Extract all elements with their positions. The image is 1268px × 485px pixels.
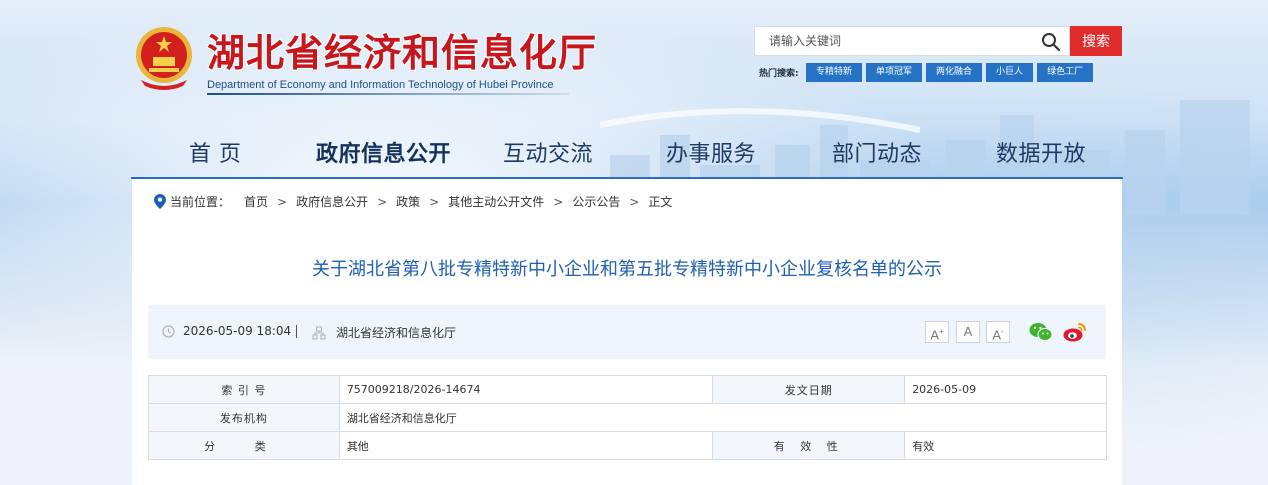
publish-datetime: 2026-05-09 18:04 [183, 324, 292, 338]
breadcrumb-label: 当前位置： [170, 195, 231, 209]
category-value: 其他 [338, 431, 714, 460]
hot-search-tags: 专精特新 单项冠军 两化融合 小巨人 绿色工厂 [806, 63, 1094, 82]
breadcrumb-item-policy[interactable]: 政策 [396, 193, 420, 210]
font-size-decrease-button[interactable]: A- [986, 321, 1010, 343]
breadcrumb-item-home[interactable]: 首页 [244, 193, 268, 210]
index-label: 索 引 号 [148, 375, 340, 404]
publish-source: 湖北省经济和信息化厅 [312, 324, 456, 341]
content-panel: 当前位置： 首页 > 政府信息公开 > 政策 > 其他主动公开文件 > 公示公告… [132, 179, 1122, 485]
breadcrumb-item-other-files[interactable]: 其他主动公开文件 [448, 193, 544, 210]
breadcrumb-item-gov-info[interactable]: 政府信息公开 [296, 193, 368, 210]
hot-tag-xiaojuren[interactable]: 小巨人 [986, 63, 1034, 82]
nav-item-home[interactable]: 首 页 [189, 136, 242, 168]
table-row: 分 类 其他 有 效 性 有效 [148, 431, 1107, 460]
weibo-icon[interactable] [1062, 319, 1088, 345]
search-input[interactable] [755, 27, 1035, 55]
search-box [754, 26, 1070, 56]
clock-icon [162, 324, 175, 338]
issuing-org-value: 湖北省经济和信息化厅 [338, 403, 1108, 432]
hot-search-label: 热门搜索: [759, 69, 799, 79]
breadcrumb-separator: > [377, 194, 388, 209]
site-title[interactable]: 湖北省经济和信息化厅 [207, 22, 597, 77]
subtitle-underline [207, 93, 569, 95]
nav-item-department-news[interactable]: 部门动态 [832, 136, 922, 168]
breadcrumb-item-announcements[interactable]: 公示公告 [572, 193, 620, 210]
validity-value: 有效 [904, 431, 1107, 460]
hot-tag-zhuanjingtexin[interactable]: 专精特新 [806, 63, 863, 82]
nav-item-gov-info-disclosure[interactable]: 政府信息公开 [316, 136, 451, 168]
issue-date-label: 发文日期 [712, 375, 906, 404]
site-subtitle: Department of Economy and Information Te… [207, 79, 554, 91]
hot-tag-lvsegongchang[interactable]: 绿色工厂 [1037, 63, 1094, 82]
publish-time: 2026-05-09 18:04 [162, 324, 291, 338]
breadcrumb: 当前位置： 首页 > 政府信息公开 > 政策 > 其他主动公开文件 > 公示公告… [154, 193, 672, 210]
hot-tag-danxiangguanjun[interactable]: 单项冠军 [866, 63, 923, 82]
index-value: 757009218/2026-14674 [338, 375, 714, 404]
validity-label: 有 效 性 [712, 431, 906, 460]
font-size-default-button[interactable]: A [956, 321, 980, 343]
table-row: 索 引 号 757009218/2026-14674 发文日期 2026-05-… [148, 375, 1107, 404]
location-pin-icon [154, 194, 166, 209]
publish-source-name: 湖北省经济和信息化厅 [336, 326, 457, 340]
breadcrumb-separator: > [429, 194, 440, 209]
breadcrumb-separator: > [629, 194, 640, 209]
issuing-org-label: 发布机构 [148, 403, 340, 432]
article-meta-bar: 2026-05-09 18:04 湖北省经济和信息化厅 A+ A A- [148, 305, 1106, 359]
meta-divider [296, 325, 297, 338]
breadcrumb-item-current: 正文 [648, 195, 673, 209]
search-button[interactable]: 搜索 [1070, 26, 1122, 56]
issue-date-value: 2026-05-09 [904, 375, 1107, 404]
article-title: 关于湖北省第八批专精特新中小企业和第五批专精特新中小企业复核名单的公示 [312, 259, 942, 280]
nav-item-open-data[interactable]: 数据开放 [996, 136, 1086, 168]
breadcrumb-separator: > [553, 194, 564, 209]
hot-tag-lianghuaronghe[interactable]: 两化融合 [926, 63, 983, 82]
search-icon[interactable] [1041, 32, 1061, 52]
nav-item-interaction[interactable]: 互动交流 [503, 136, 593, 168]
table-row: 发布机构 湖北省经济和信息化厅 [148, 403, 1108, 432]
font-size-increase-button[interactable]: A+ [925, 321, 949, 343]
wechat-icon[interactable] [1028, 319, 1054, 345]
organization-icon [312, 326, 326, 339]
category-label: 分 类 [148, 431, 340, 460]
breadcrumb-separator: > [277, 194, 288, 209]
main-nav: 首 页 政府信息公开 互动交流 办事服务 部门动态 数据开放 [131, 136, 1123, 176]
nav-item-services[interactable]: 办事服务 [666, 136, 756, 168]
national-emblem-logo [136, 27, 192, 90]
document-info-table: 索 引 号 757009218/2026-14674 发文日期 2026-05-… [148, 375, 1108, 460]
